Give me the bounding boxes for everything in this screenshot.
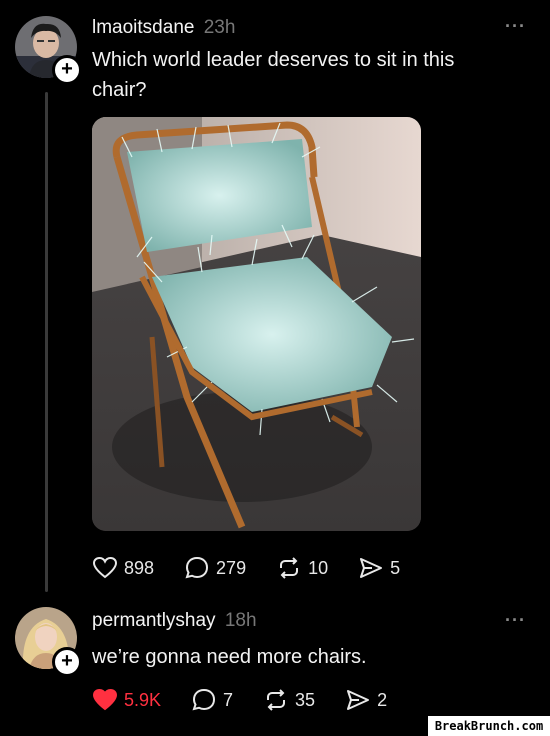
reply-repost-button[interactable]: 35 bbox=[263, 688, 315, 712]
watermark: BreakBrunch.com bbox=[428, 716, 550, 736]
reply-time: 18h bbox=[224, 610, 257, 631]
reply-comment-count: 7 bbox=[223, 689, 234, 710]
reply-repost-count: 35 bbox=[295, 689, 316, 710]
reply-like-count: 5.9K bbox=[124, 689, 162, 710]
reply-text: we’re gonna need more chairs. bbox=[92, 646, 367, 668]
send-icon bbox=[347, 690, 370, 710]
reply-username[interactable]: permantlyshay bbox=[92, 610, 216, 631]
reply-share-count: 2 bbox=[377, 689, 388, 710]
comment-bubble-icon bbox=[192, 688, 216, 711]
reply-like-button[interactable]: 5.9K bbox=[92, 688, 161, 712]
reply-share-button[interactable]: 2 bbox=[345, 688, 387, 712]
reply-comment-button[interactable]: 7 bbox=[191, 688, 233, 712]
heart-filled-icon bbox=[92, 688, 118, 711]
reply-header: permantlyshay 18h bbox=[92, 610, 257, 632]
reply-follow-plus-icon[interactable]: + bbox=[52, 647, 82, 677]
repost-icon bbox=[267, 689, 286, 711]
reply-actions: 5.9K 7 35 2 bbox=[92, 688, 417, 712]
reply-post: + permantlyshay 18h ··· we’re gonna need… bbox=[0, 0, 550, 736]
reply-more-dots-icon[interactable]: ··· bbox=[505, 610, 526, 631]
